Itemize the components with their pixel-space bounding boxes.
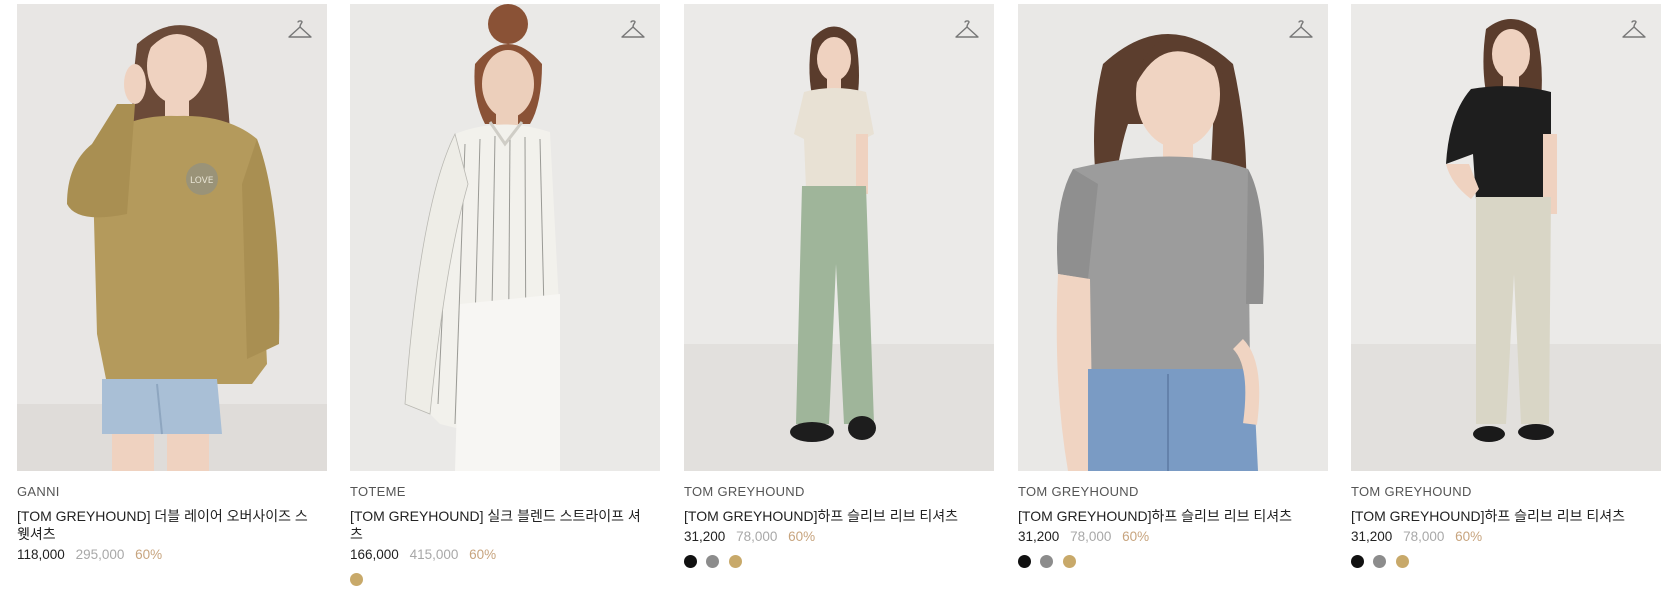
color-swatch-grey[interactable]: [1040, 555, 1054, 568]
sale-price: 31,200: [1018, 529, 1060, 544]
original-price: 415,000: [409, 547, 459, 562]
color-swatch-black[interactable]: [684, 555, 697, 568]
original-price: 78,000: [1070, 529, 1112, 544]
product-photo: LOVE: [17, 4, 327, 471]
product-name[interactable]: [TOM GREYHOUND] 더블 레이어 오버사이즈 스웻셔츠: [17, 507, 327, 543]
hanger-icon[interactable]: [287, 20, 313, 42]
color-swatch-beige[interactable]: [350, 573, 363, 586]
color-swatch-grey[interactable]: [1373, 555, 1387, 568]
color-swatches: [684, 555, 994, 568]
color-swatch-beige[interactable]: [1395, 555, 1409, 568]
product-photo: [1018, 4, 1328, 471]
price-row: 31,200 78,000 60%: [684, 528, 994, 546]
price-row: 31,200 78,000 60%: [1018, 528, 1328, 546]
product-image[interactable]: [684, 4, 994, 471]
product-card[interactable]: TOM GREYHOUND [TOM GREYHOUND]하프 슬리브 리브 티…: [1018, 4, 1328, 568]
product-brand: TOTEME: [350, 484, 406, 499]
product-image[interactable]: [1018, 4, 1328, 471]
color-swatch-black[interactable]: [1351, 555, 1364, 568]
product-grid: LOVE GANNI [TOM GREYHOUND] 더블 레이어 오버사이즈 …: [0, 0, 1664, 586]
product-photo: [350, 4, 660, 471]
hanger-icon[interactable]: [620, 20, 646, 42]
product-name[interactable]: [TOM GREYHOUND]하프 슬리브 리브 티셔츠: [684, 507, 994, 525]
product-brand: GANNI: [17, 484, 60, 499]
price-row: 118,000 295,000 60%: [17, 546, 327, 564]
product-photo: [684, 4, 994, 471]
product-card[interactable]: TOM GREYHOUND [TOM GREYHOUND]하프 슬리브 리브 티…: [684, 4, 994, 568]
hanger-icon[interactable]: [1621, 20, 1647, 42]
original-price: 78,000: [1403, 529, 1445, 544]
original-price: 295,000: [75, 547, 125, 562]
discount-rate: 60%: [135, 547, 163, 562]
product-image[interactable]: [1351, 4, 1661, 471]
color-swatch-beige[interactable]: [1062, 555, 1076, 568]
color-swatches: [350, 573, 660, 586]
discount-rate: 60%: [1122, 529, 1150, 544]
product-card[interactable]: LOVE GANNI [TOM GREYHOUND] 더블 레이어 오버사이즈 …: [17, 4, 327, 564]
product-card[interactable]: TOTEME [TOM GREYHOUND] 실크 블렌드 스트라이프 셔츠 1…: [350, 4, 660, 586]
product-brand: TOM GREYHOUND: [1018, 484, 1139, 499]
hanger-icon[interactable]: [954, 20, 980, 42]
discount-rate: 60%: [469, 547, 497, 562]
color-swatches: [1018, 555, 1328, 568]
color-swatches: [1351, 555, 1661, 568]
product-brand: TOM GREYHOUND: [684, 484, 805, 499]
product-card[interactable]: TOM GREYHOUND [TOM GREYHOUND]하프 슬리브 리브 티…: [1351, 4, 1661, 568]
color-swatch-grey[interactable]: [706, 555, 720, 568]
price-row: 31,200 78,000 60%: [1351, 528, 1661, 546]
color-swatch-beige[interactable]: [728, 555, 742, 568]
product-name[interactable]: [TOM GREYHOUND] 실크 블렌드 스트라이프 셔츠: [350, 507, 660, 543]
discount-rate: 60%: [1455, 529, 1483, 544]
product-image[interactable]: LOVE: [17, 4, 327, 471]
product-image[interactable]: [350, 4, 660, 471]
sale-price: 31,200: [684, 529, 726, 544]
svg-text:LOVE: LOVE: [190, 176, 214, 186]
product-name[interactable]: [TOM GREYHOUND]하프 슬리브 리브 티셔츠: [1018, 507, 1328, 525]
product-photo: [1351, 4, 1661, 471]
sale-price: 166,000: [350, 547, 399, 562]
price-row: 166,000 415,000 60%: [350, 546, 660, 564]
hanger-icon[interactable]: [1288, 20, 1314, 42]
product-brand: TOM GREYHOUND: [1351, 484, 1472, 499]
product-name[interactable]: [TOM GREYHOUND]하프 슬리브 리브 티셔츠: [1351, 507, 1661, 525]
discount-rate: 60%: [788, 529, 816, 544]
color-swatch-black[interactable]: [1018, 555, 1031, 568]
sale-price: 118,000: [17, 547, 65, 562]
sale-price: 31,200: [1351, 529, 1393, 544]
original-price: 78,000: [736, 529, 778, 544]
